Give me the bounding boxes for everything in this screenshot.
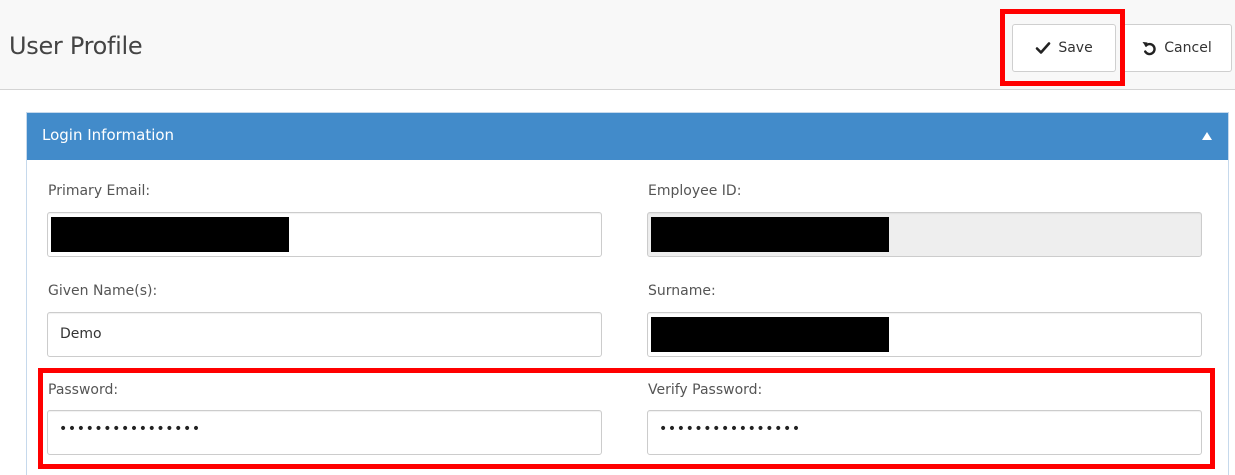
employee-id-input	[647, 212, 1202, 257]
cancel-button-label: Cancel	[1164, 40, 1212, 56]
password-highlight-box	[38, 368, 1215, 469]
given-names-value: Demo	[60, 326, 102, 342]
redaction-bar	[651, 217, 889, 252]
panel-heading[interactable]: Login Information	[27, 113, 1228, 160]
undo-icon	[1141, 40, 1157, 56]
given-names-input[interactable]: Demo	[47, 312, 602, 357]
panel-title: Login Information	[42, 126, 175, 144]
save-highlight-box	[1000, 9, 1125, 86]
cancel-button[interactable]: Cancel	[1122, 24, 1232, 72]
redaction-bar	[51, 217, 289, 252]
page-title: User Profile	[9, 32, 143, 60]
primary-email-input[interactable]	[47, 212, 602, 257]
surname-input[interactable]	[647, 312, 1202, 357]
primary-email-label: Primary Email:	[48, 183, 151, 199]
surname-label: Surname:	[648, 283, 716, 299]
given-names-label: Given Name(s):	[48, 283, 158, 299]
redaction-bar	[651, 317, 889, 352]
employee-id-label: Employee ID:	[648, 183, 742, 199]
caret-up-icon[interactable]	[1202, 132, 1212, 140]
